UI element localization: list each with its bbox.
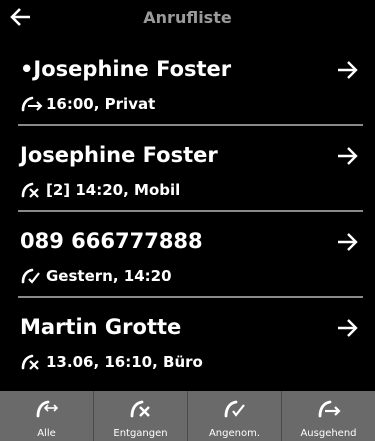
call-details: Gestern, 14:20	[20, 267, 172, 285]
filter-tab-bar: Alle Entgangen Angenom. Ausgehend	[0, 391, 375, 441]
outgoing-call-icon	[318, 400, 341, 418]
header-bar: Anrufliste	[0, 0, 375, 40]
call-list-item[interactable]: Josephine Foster [2] 14:20, Mobil	[0, 126, 375, 212]
caller-name: Josephine Foster	[20, 143, 218, 167]
call-info-text: [2] 14:20, Mobil	[46, 181, 181, 199]
call-list: •Josephine Foster 16:00, Privat Josephin…	[0, 40, 375, 384]
all-calls-icon	[36, 400, 58, 418]
call-list-item[interactable]: Martin Grotte 13.06, 16:10, Büro	[0, 298, 375, 384]
call-details: [2] 14:20, Mobil	[20, 181, 180, 199]
tab-label: Angenom.	[208, 428, 261, 439]
missed-call-icon	[21, 182, 39, 198]
call-list-item[interactable]: •Josephine Foster 16:00, Privat	[0, 40, 375, 126]
page-title: Anrufliste	[143, 8, 232, 27]
accepted-call-icon	[224, 400, 245, 418]
missed-call-icon	[130, 400, 150, 418]
chevron-right-arrow-icon[interactable]	[335, 230, 359, 254]
caller-name: •Josephine Foster	[20, 57, 232, 81]
call-info-text: Gestern, 14:20	[46, 267, 172, 285]
tab-missed[interactable]: Entgangen	[94, 391, 188, 441]
caller-name: Martin Grotte	[20, 315, 182, 339]
tab-label: Entgangen	[113, 428, 168, 439]
call-info-text: 13.06, 16:10, Büro	[46, 353, 203, 371]
tab-all[interactable]: Alle	[0, 391, 94, 441]
tab-label: Alle	[37, 428, 56, 439]
tab-accepted[interactable]: Angenom.	[188, 391, 282, 441]
tab-label: Ausgehend	[300, 428, 357, 439]
chevron-right-arrow-icon[interactable]	[335, 58, 359, 82]
chevron-right-arrow-icon[interactable]	[335, 316, 359, 340]
call-info-text: 16:00, Privat	[46, 95, 156, 113]
outgoing-call-icon	[21, 96, 43, 112]
call-list-item[interactable]: 089 666777888 Gestern, 14:20	[0, 212, 375, 298]
tab-outgoing[interactable]: Ausgehend	[282, 391, 375, 441]
call-details: 13.06, 16:10, Büro	[20, 353, 203, 371]
caller-name: 089 666777888	[20, 229, 203, 253]
call-details: 16:00, Privat	[20, 95, 155, 113]
accepted-call-icon	[21, 268, 40, 284]
chevron-right-arrow-icon[interactable]	[335, 144, 359, 168]
missed-call-icon	[21, 354, 39, 370]
